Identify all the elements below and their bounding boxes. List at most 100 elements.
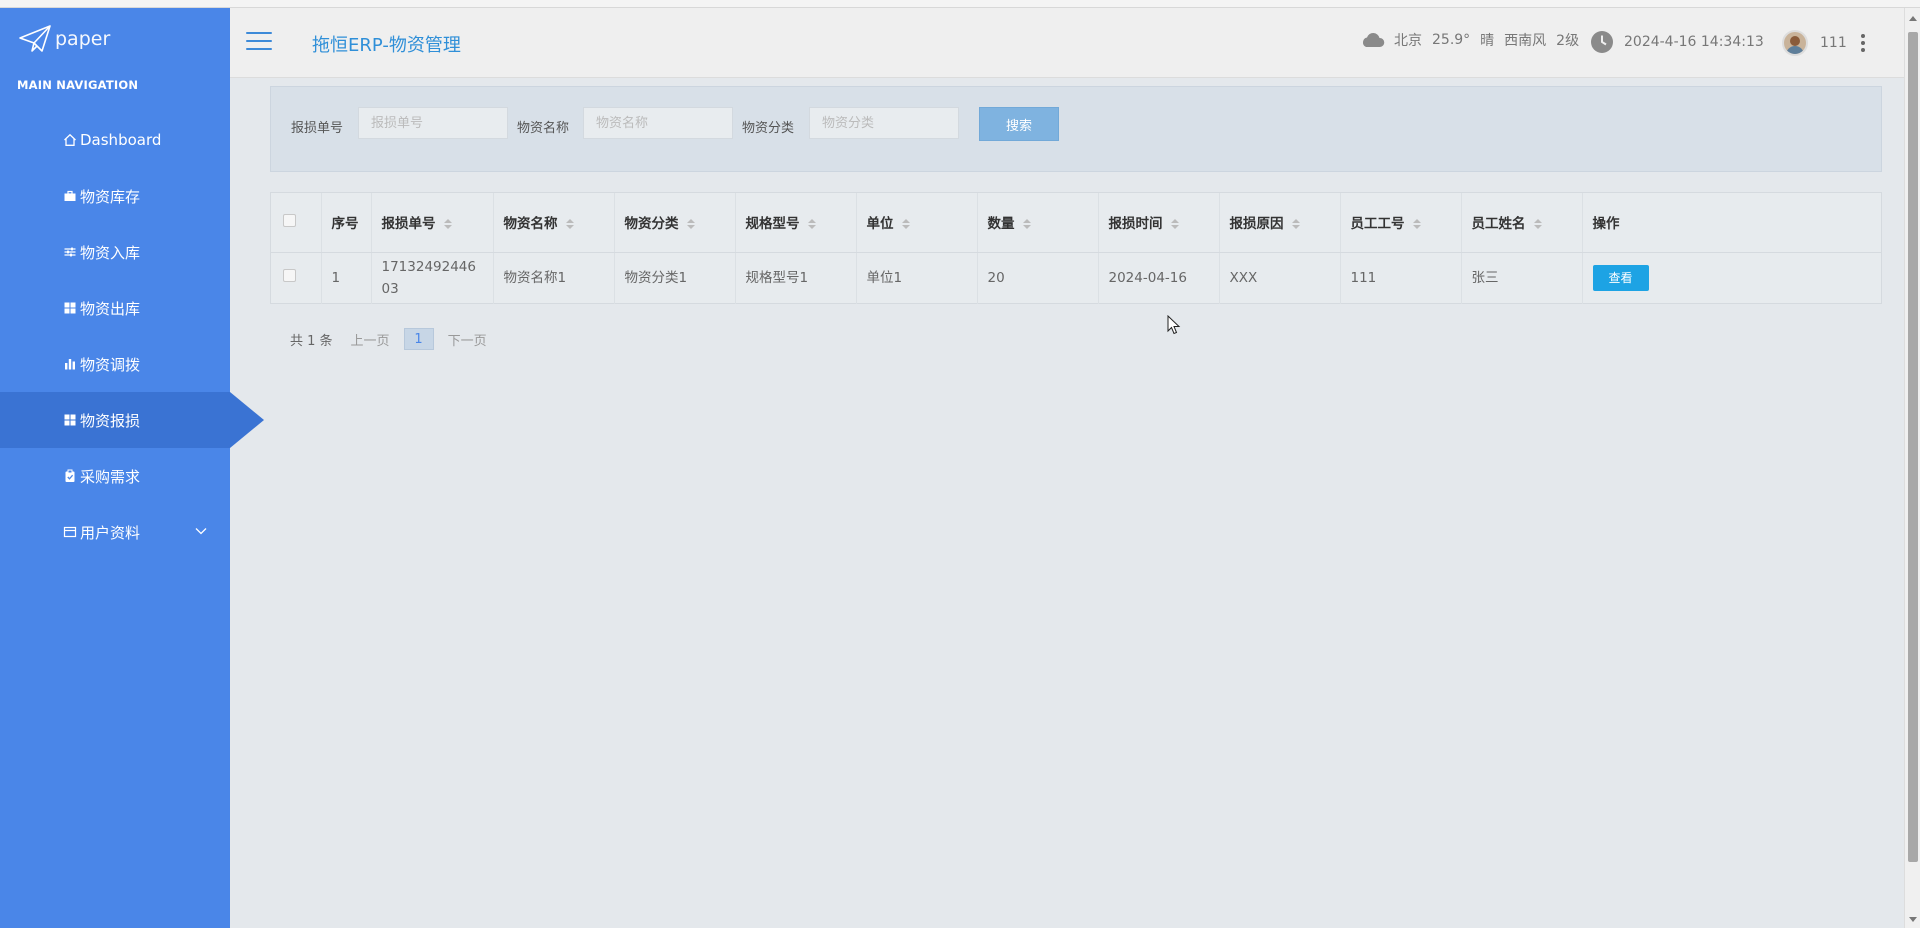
column-header[interactable]: 单位 (856, 193, 978, 253)
pagination-next[interactable]: 下一页 (448, 330, 487, 349)
sidebar-item-user-profile[interactable]: 用户资料 (0, 504, 230, 560)
page-scrollbar[interactable] (1904, 8, 1920, 928)
scroll-thumb[interactable] (1908, 32, 1918, 862)
cloud-icon (1362, 33, 1385, 47)
top-header: 拖恒ERP-物资管理 北京 25.9° 晴 西南风 2级 2024-4-16 1… (230, 8, 1904, 78)
sidebar-item-stock-out[interactable]: 物资出库 (0, 280, 230, 336)
more-vertical-icon[interactable] (1860, 34, 1865, 52)
sidebar-item-label: 物资调拨 (80, 355, 141, 374)
pagination-total: 共 1 条 (290, 333, 333, 349)
column-header[interactable]: 数量 (977, 193, 1099, 253)
row-checkbox-cell (271, 252, 322, 304)
sidebar-item-label: 用户资料 (80, 523, 141, 542)
sidebar-item-dashboard[interactable]: Dashboard (0, 112, 230, 168)
column-label: 物资分类 (624, 216, 679, 233)
user-menu[interactable]: 111 (1782, 30, 1865, 56)
cell-loss-reason: XXX (1219, 252, 1341, 304)
pagination-page-current[interactable]: 1 (403, 328, 434, 350)
select-all-checkbox-cell (271, 193, 322, 253)
scroll-up-arrow-icon[interactable] (1909, 16, 1917, 21)
material-category-label: 物资分类 (742, 121, 795, 136)
cell-category: 物资分类1 (614, 252, 736, 304)
sidebar-item-transfer[interactable]: 物资调拨 (0, 336, 230, 392)
clock-icon (1591, 31, 1613, 53)
cell-loss-no: 1713249244603 (371, 252, 494, 304)
weather-temp: 25.9° (1432, 32, 1471, 48)
card-icon (63, 525, 77, 539)
sidebar-item-purchase-demand[interactable]: 采购需求 (0, 448, 230, 504)
logo[interactable]: paper (18, 22, 110, 56)
sort-icon[interactable] (565, 219, 574, 230)
sort-icon[interactable] (1412, 219, 1421, 230)
column-label: 报损时间 (1108, 216, 1163, 233)
column-label: 操作 (1592, 216, 1620, 233)
column-header[interactable]: 物资分类 (614, 193, 736, 253)
column-label: 规格型号 (745, 216, 800, 233)
clipboard-icon (63, 469, 77, 483)
table-header-row: 序号 报损单号 物资名称 物资分类 规格型号 单位 数量 报损时间 报损原因 员… (271, 193, 1881, 253)
view-button[interactable]: 查看 (1592, 265, 1649, 292)
sort-icon[interactable] (901, 219, 910, 230)
sidebar-item-stock-in[interactable]: 物资入库 (0, 224, 230, 280)
grid-icon (63, 301, 77, 315)
scroll-down-arrow-icon[interactable] (1909, 917, 1917, 922)
material-name-label: 物资名称 (517, 121, 570, 136)
loss-no-label: 报损单号 (291, 121, 344, 136)
column-header[interactable]: 规格型号 (735, 193, 857, 253)
column-header[interactable]: 员工工号 (1340, 193, 1462, 253)
select-all-checkbox[interactable] (283, 213, 296, 227)
column-label: 员工姓名 (1471, 216, 1526, 233)
sort-icon[interactable] (1170, 219, 1179, 230)
username: 111 (1820, 35, 1847, 51)
clock-widget: 2024-4-16 14:34:13 (1590, 30, 1764, 54)
sort-icon[interactable] (1022, 219, 1031, 230)
column-label: 单位 (866, 216, 894, 233)
data-table: 序号 报损单号 物资名称 物资分类 规格型号 单位 数量 报损时间 报损原因 员… (270, 192, 1882, 304)
column-header[interactable]: 员工姓名 (1461, 193, 1583, 253)
material-name-input[interactable] (583, 107, 733, 139)
column-header: 操作 (1582, 193, 1881, 253)
pagination-prev[interactable]: 上一页 (351, 330, 390, 349)
cell-quantity: 20 (977, 252, 1099, 304)
loss-no-input[interactable] (358, 107, 508, 139)
weather-city: 北京 (1394, 33, 1422, 49)
column-label: 序号 (331, 216, 359, 233)
cell-unit: 单位1 (856, 252, 978, 304)
sidebar: paper MAIN NAVIGATION Dashboard 物资库存 物资入… (0, 8, 264, 928)
search-button[interactable]: 搜索 (979, 107, 1059, 141)
cell-loss-date: 2024-04-16 (1098, 252, 1220, 304)
weather-level: 2级 (1556, 33, 1580, 49)
grid-icon (63, 413, 77, 427)
table-row[interactable]: 1 1713249244603 物资名称1 物资分类1 规格型号1 单位1 20… (271, 252, 1881, 304)
column-label: 数量 (987, 216, 1015, 233)
sidebar-item-inventory[interactable]: 物资库存 (0, 168, 230, 224)
main-navigation: Dashboard 物资库存 物资入库 物资出库 物资调拨 物资报损 采购需求 … (0, 112, 264, 560)
sort-icon[interactable] (1291, 219, 1300, 230)
column-label: 员工工号 (1350, 216, 1405, 233)
column-header[interactable]: 报损原因 (1219, 193, 1341, 253)
sort-icon[interactable] (1533, 219, 1542, 230)
search-panel: 报损单号 物资名称 物资分类 搜索 (270, 86, 1882, 172)
sliders-icon (63, 245, 77, 259)
chevron-down-icon[interactable] (194, 524, 208, 538)
avatar[interactable] (1782, 30, 1808, 56)
sidebar-item-label: Dashboard (80, 131, 162, 149)
sidebar-item-label: 物资库存 (80, 187, 141, 206)
sort-icon[interactable] (686, 219, 695, 230)
sort-icon[interactable] (807, 219, 816, 230)
sort-icon[interactable] (443, 219, 452, 230)
menu-toggle-icon[interactable] (246, 32, 272, 52)
cell-employee-no: 111 (1340, 252, 1462, 304)
sidebar-item-label: 物资入库 (80, 243, 141, 262)
column-header[interactable]: 报损时间 (1098, 193, 1220, 253)
cell-spec: 规格型号1 (735, 252, 857, 304)
page-title: 拖恒ERP-物资管理 (312, 35, 461, 56)
sidebar-item-loss-report[interactable]: 物资报损 (0, 392, 264, 448)
column-label: 报损原因 (1229, 216, 1284, 233)
row-checkbox[interactable] (283, 269, 296, 283)
column-header[interactable]: 报损单号 (371, 193, 494, 253)
cell-actions: 查看 (1582, 252, 1881, 304)
material-category-input[interactable] (809, 107, 959, 139)
cell-index: 1 (321, 252, 372, 304)
column-header[interactable]: 物资名称 (493, 193, 615, 253)
